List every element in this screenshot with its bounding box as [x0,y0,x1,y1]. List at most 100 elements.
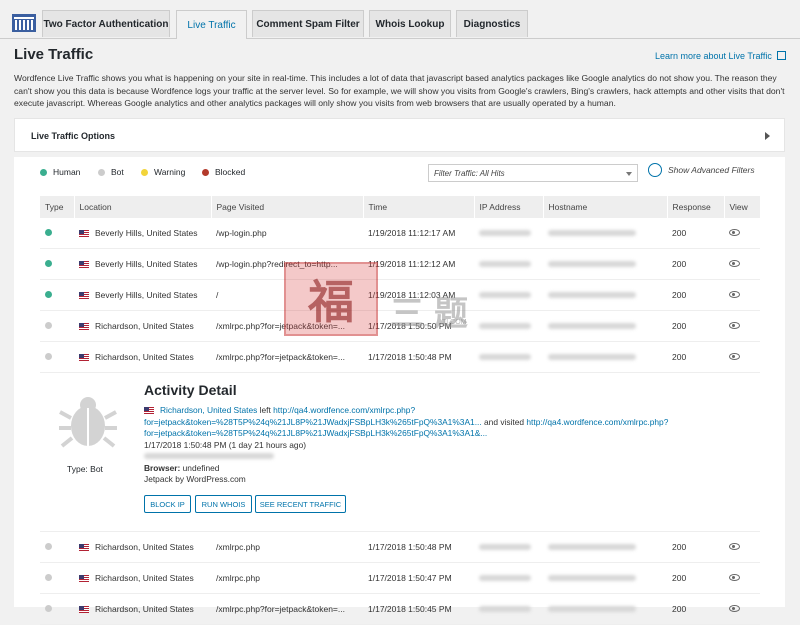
tab-two-factor[interactable]: Two Factor Authentication [42,10,170,37]
location-text: Beverly Hills, United States [95,228,198,238]
col-hostname[interactable]: Hostname [543,196,668,218]
col-view[interactable]: View [724,196,761,218]
eye-icon[interactable] [729,260,740,267]
col-page[interactable]: Page Visited [211,196,364,218]
type-cell [40,279,74,311]
tab-bar: Two Factor Authentication Live Traffic C… [0,0,800,39]
table-header-row: Type Location Page Visited Time IP Addre… [40,196,761,218]
location-cell: Richardson, United States [74,562,211,594]
eye-icon[interactable] [729,605,740,612]
view-cell[interactable] [724,531,760,563]
legend-bot: Bot [98,167,124,177]
type-cell [40,248,74,280]
time-cell: 1/19/2018 11:12:17 AM [363,218,474,249]
hostname-cell [543,341,667,373]
tab-live-traffic[interactable]: Live Traffic [176,10,247,39]
learn-more-label[interactable]: Learn more about Live Traffic [655,51,772,61]
eye-icon[interactable] [729,574,740,581]
location-cell: Beverly Hills, United States [74,279,211,311]
view-cell[interactable] [724,593,760,625]
location-text: Richardson, United States [95,542,194,552]
location-cell: Richardson, United States [74,531,211,563]
eye-icon[interactable] [729,322,740,329]
legend-blocked: Blocked [202,167,245,177]
hostname-cell [543,562,667,594]
tab-diagnostics[interactable]: Diagnostics [456,10,528,37]
legend-label: Blocked [215,167,246,177]
type-dot-icon [45,291,52,298]
tab-comment-spam[interactable]: Comment Spam Filter [252,10,364,37]
detail-browser-line: Browser: undefined [144,463,684,475]
detail-ip-line [144,451,684,463]
left-text: left [259,405,271,415]
run-whois-button[interactable]: RUN WHOIS [195,495,252,513]
show-advanced-filters-toggle[interactable]: Show Advanced Filters [648,163,755,177]
tab-whois[interactable]: Whois Lookup [369,10,451,37]
table-row[interactable]: Beverly Hills, United States/wp-login.ph… [40,218,760,249]
time-cell: 1/17/2018 1:50:48 PM [363,531,474,563]
location-cell: Richardson, United States [74,341,211,373]
us-flag-icon [79,544,89,551]
response-cell: 200 [667,310,724,342]
col-location[interactable]: Location [74,196,212,218]
time-cell: 1/19/2018 11:12:12 AM [363,248,474,280]
location-text: Richardson, United States [95,604,194,614]
activity-detail-body: Richardson, United States left http://qa… [144,405,684,486]
watermark-seal: 福 [284,262,378,336]
detail-time: 1/17/2018 1:50:48 PM (1 day 21 hours ago… [144,439,307,450]
view-cell[interactable] [724,341,760,373]
view-cell[interactable] [724,218,760,249]
response-cell: 200 [667,341,724,373]
col-time[interactable]: Time [363,196,475,218]
response-cell: 200 [667,279,724,311]
type-dot-icon [45,322,52,329]
type-cell [40,218,74,249]
page-description: Wordfence Live Traffic shows you what is… [14,73,785,108]
us-flag-icon [79,261,89,268]
ip-cell [474,279,543,311]
table-row[interactable]: Richardson, United States/xmlrpc.php 1/17… [40,562,760,594]
detail-location-link[interactable]: Richardson, United States [160,405,257,415]
view-cell[interactable] [724,279,760,311]
location-text: Richardson, United States [95,573,194,583]
page-cell: /xmlrpc.php [211,562,363,594]
blocked-dot-icon [202,168,209,176]
type-cell [40,593,74,625]
block-ip-button[interactable]: BLOCK IP [144,495,191,513]
table-row[interactable]: Richardson, United States/xmlrpc.php?for… [40,593,760,625]
page-cell: /wp-login.php [211,218,363,249]
us-flag-icon [79,230,89,237]
legend-warning: Warning [141,167,185,177]
col-ip[interactable]: IP Address [474,196,544,218]
response-cell: 200 [667,593,724,625]
view-cell[interactable] [724,310,760,342]
eye-icon[interactable] [729,291,740,298]
response-cell: 200 [667,218,724,249]
filter-traffic-select[interactable]: Filter Traffic: All Hits [428,164,638,182]
hostname-cell [543,248,667,280]
human-dot-icon [40,168,47,176]
col-response[interactable]: Response [667,196,725,218]
table-row[interactable]: Richardson, United States/xmlrpc.php 1/17… [40,531,760,563]
table-row[interactable]: Richardson, United States/xmlrpc.php?for… [40,341,760,373]
response-cell: 200 [667,562,724,594]
options-label: Live Traffic Options [31,131,116,141]
type-cell [40,341,74,373]
us-flag-icon [79,292,89,299]
eye-icon[interactable] [729,353,740,360]
live-traffic-options-toggle[interactable]: Live Traffic Options [14,118,785,152]
see-recent-traffic-button[interactable]: SEE RECENT TRAFFIC [255,495,346,513]
eye-icon[interactable] [729,229,740,236]
legend-label: Human [53,167,81,177]
location-text: Beverly Hills, United States [95,290,198,300]
type-cell [40,531,74,563]
type-dot-icon [45,260,52,267]
view-cell[interactable] [724,248,760,280]
col-type[interactable]: Type [40,196,75,218]
table-row[interactable]: Beverly Hills, United States/wp-login.ph… [40,248,760,280]
ip-cell [474,248,543,280]
eye-icon[interactable] [729,543,740,550]
view-cell[interactable] [724,562,760,594]
learn-more-link[interactable]: Learn more about Live Traffic [655,51,787,61]
time-cell: 1/17/2018 1:50:48 PM [363,341,474,373]
